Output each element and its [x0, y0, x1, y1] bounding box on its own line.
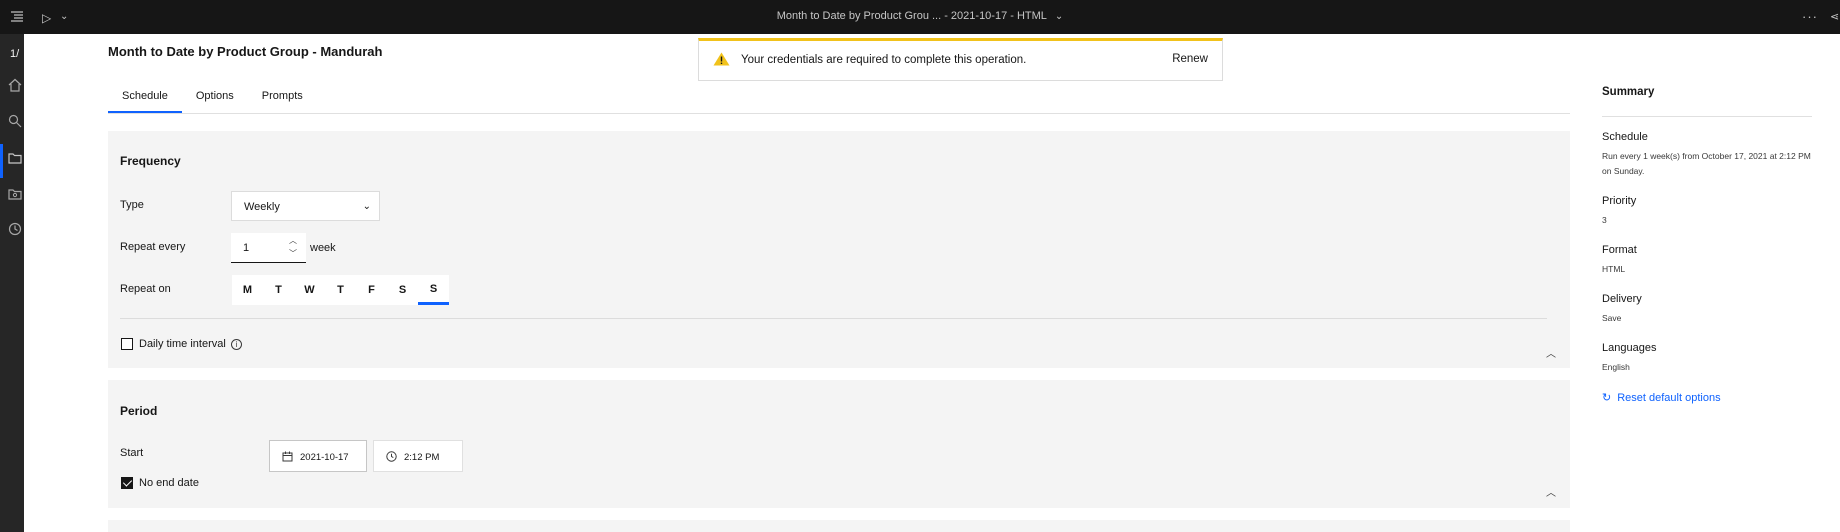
tab-prompts[interactable]: Prompts — [248, 86, 317, 114]
warning-icon — [713, 52, 730, 66]
start-date-picker[interactable]: 2021-10-17 — [269, 440, 367, 472]
day-monday[interactable]: M — [232, 275, 263, 305]
frequency-section: Frequency Type Weekly ⌄ Repeat every 1 ︿… — [108, 131, 1570, 368]
page-counter: 1/ — [10, 48, 20, 60]
repeat-on-label: Repeat on — [120, 283, 171, 295]
page-title: Month to Date by Product Group - Mandura… — [108, 44, 383, 59]
day-saturday[interactable]: S — [387, 275, 418, 305]
section-divider — [120, 318, 1547, 319]
summary-title: Summary — [1602, 86, 1812, 117]
no-end-date-checkbox[interactable] — [121, 477, 133, 489]
chevron-down-icon: ⌄ — [362, 201, 371, 212]
repeat-every-stepper[interactable]: 1 ︿ ﹀ — [231, 233, 306, 263]
summary-schedule-value: Run every 1 week(s) from October 17, 202… — [1602, 151, 1811, 176]
frequency-title: Frequency — [120, 154, 181, 168]
window-title-text: Month to Date by Product Grou ... - 2021… — [776, 10, 1047, 22]
day-wednesday[interactable]: W — [294, 275, 325, 305]
tab-options[interactable]: Options — [182, 86, 248, 114]
window-title-dropdown[interactable]: Month to Date by Product Grou ... - 2021… — [0, 10, 1840, 22]
info-icon[interactable]: i — [231, 339, 242, 350]
day-thursday[interactable]: T — [325, 275, 356, 305]
type-label: Type — [120, 199, 144, 211]
summary-delivery-label: Delivery — [1602, 293, 1642, 305]
reset-icon: ↻ — [1602, 392, 1612, 404]
summary-format-value: HTML — [1602, 264, 1626, 274]
decrement-icon[interactable]: ﹀ — [289, 248, 297, 259]
calendar-icon — [282, 451, 293, 462]
day-friday[interactable]: F — [356, 275, 387, 305]
start-time-value: 2:12 PM — [404, 452, 440, 463]
tab-schedule[interactable]: Schedule — [108, 86, 182, 114]
collapse-chevron-up-icon[interactable]: ︿ — [1546, 484, 1556, 499]
day-tuesday[interactable]: T — [263, 275, 294, 305]
start-time-picker[interactable]: 2:12 PM — [373, 440, 463, 472]
overflow-menu-icon[interactable]: ··· — [1802, 9, 1818, 24]
start-label: Start — [120, 447, 144, 459]
summary-languages-label: Languages — [1602, 342, 1657, 354]
type-select[interactable]: Weekly ⌄ — [231, 191, 380, 221]
type-select-value: Weekly — [244, 201, 280, 213]
renew-button[interactable]: Renew — [1172, 53, 1208, 65]
search-icon[interactable] — [8, 114, 22, 128]
clock-icon — [386, 451, 397, 462]
collapse-chevron-up-icon[interactable]: ︿ — [1546, 345, 1556, 360]
reset-default-options-link[interactable]: ↻ Reset default options — [1602, 391, 1812, 405]
chevron-down-icon: ⌄ — [1054, 11, 1064, 22]
summary-priority-value: 3 — [1602, 215, 1607, 225]
recent-clock-icon[interactable] — [8, 222, 22, 236]
daily-time-interval-checkbox[interactable] — [121, 338, 133, 350]
increment-icon[interactable]: ︿ — [289, 235, 297, 246]
folder-icon[interactable] — [8, 151, 22, 165]
daily-time-interval-label: Daily time interval — [139, 338, 226, 350]
summary-priority-label: Priority — [1602, 195, 1637, 207]
start-date-value: 2021-10-17 — [300, 452, 349, 463]
credentials-notification: Your credentials are required to complet… — [698, 38, 1223, 81]
summary-panel: Summary Schedule Run every 1 week(s) fro… — [1602, 86, 1812, 404]
share-icon[interactable]: ⋖ — [1830, 10, 1840, 24]
left-navigation-rail: 1/ — [0, 34, 24, 532]
repeat-unit: week — [310, 242, 336, 254]
summary-languages-value: English — [1602, 362, 1630, 372]
reset-default-options-label: Reset default options — [1617, 391, 1721, 404]
day-sunday[interactable]: S — [418, 275, 449, 305]
tabs-divider — [108, 113, 1570, 114]
period-title: Period — [120, 404, 158, 418]
summary-delivery-value: Save — [1602, 313, 1622, 323]
summary-schedule-label: Schedule — [1602, 131, 1648, 143]
repeat-every-label: Repeat every — [120, 241, 186, 253]
repeat-on-day-selector: M T W T F S S — [232, 275, 449, 305]
period-section: Period Start 2021-10-17 2:12 PM No end d… — [108, 380, 1570, 508]
team-folder-icon[interactable] — [8, 187, 22, 201]
top-app-bar: ▷ ⌄ Month to Date by Product Grou ... - … — [0, 0, 1840, 34]
tab-bar: Schedule Options Prompts — [108, 86, 317, 114]
summary-format-label: Format — [1602, 244, 1637, 256]
no-end-date-label: No end date — [139, 477, 199, 489]
next-section — [108, 520, 1570, 532]
notification-message: Your credentials are required to complet… — [741, 54, 1027, 66]
active-indicator — [0, 144, 3, 178]
home-icon[interactable] — [8, 78, 22, 92]
repeat-every-value: 1 — [243, 242, 250, 254]
